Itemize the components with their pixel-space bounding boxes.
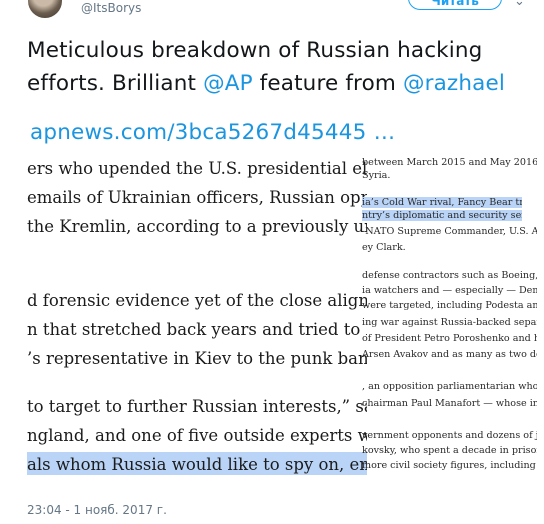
photo-side-line: Arsen Avakov and as many as two doze xyxy=(362,349,537,360)
photo-side-line-highlighted: ntry’s diplomatic and security services: xyxy=(362,210,522,221)
article-link[interactable]: apnews.com/3bca5267d45445 … xyxy=(30,120,395,145)
photo-side-line: -NATO Supreme Commander, U.S. Air xyxy=(362,226,537,237)
photo-side-line: , an opposition parliamentarian who he xyxy=(362,381,537,392)
photo-side-line: kovsky, who spent a decade in prison a xyxy=(362,445,537,456)
photo-text-line: to target to further Russian interests,”… xyxy=(27,397,367,416)
photo-text-line: the Kremlin, according to a previously u… xyxy=(27,217,367,236)
photo-side-line: more civil society figures, including an xyxy=(362,460,537,471)
photo-text-line: n that stretched back years and tried to… xyxy=(27,320,367,339)
attached-photo[interactable]: ers who upended the U.S. presidential el… xyxy=(27,155,537,475)
photo-side-line: ey Clark. xyxy=(362,242,406,253)
photo-side-line: between March 2015 and May 2016. Mo xyxy=(362,157,537,168)
follow-button[interactable]: Читать xyxy=(408,0,502,10)
photo-side-line: ing war against Russia-backed separatis xyxy=(362,317,537,328)
photo-text-line: ers who upended the U.S. presidential el… xyxy=(27,159,367,178)
tweet-text: Meticulous breakdown of Russian hacking … xyxy=(27,34,537,100)
photo-text-line: ngland, and one of five outside experts … xyxy=(27,426,367,445)
photo-side-line: of President Petro Poroshenko and his s xyxy=(362,333,537,344)
photo-text-line: ’s representative in Kiev to the punk ba… xyxy=(27,349,367,368)
user-handle[interactable]: @ItsBorys xyxy=(81,1,141,15)
photo-side-line: defense contractors such as Boeing, Ra xyxy=(362,270,537,281)
photo-text-line: d forensic evidence yet of the close ali… xyxy=(27,291,367,310)
mention-link[interactable]: @AP xyxy=(203,71,253,96)
mention-link[interactable]: @razhael xyxy=(403,71,505,96)
photo-text-line: emails of Ukrainian officers, Russian op… xyxy=(27,188,367,207)
chevron-down-icon[interactable]: ⌄ xyxy=(514,0,525,9)
photo-side-line: Syria. xyxy=(362,170,391,181)
photo-side-line: chairman Paul Manafort — whose indi xyxy=(362,398,537,409)
photo-side-line: were targeted, including Podesta and o xyxy=(362,300,537,311)
tweet-timestamp[interactable]: 23:04 - 1 нояб. 2017 г. xyxy=(27,503,167,517)
tweet-text-mid: feature from xyxy=(252,71,403,96)
photo-text-line-highlighted: als whom Russia would like to spy on, em… xyxy=(27,452,367,475)
photo-side-line-highlighted: ia’s Cold War rival, Fancy Bear tried to xyxy=(362,197,522,208)
avatar[interactable] xyxy=(28,0,62,18)
photo-side-line: vernment opponents and dozens of jou xyxy=(362,430,537,441)
photo-side-line: ia watchers and — especially — Democ xyxy=(362,285,537,296)
